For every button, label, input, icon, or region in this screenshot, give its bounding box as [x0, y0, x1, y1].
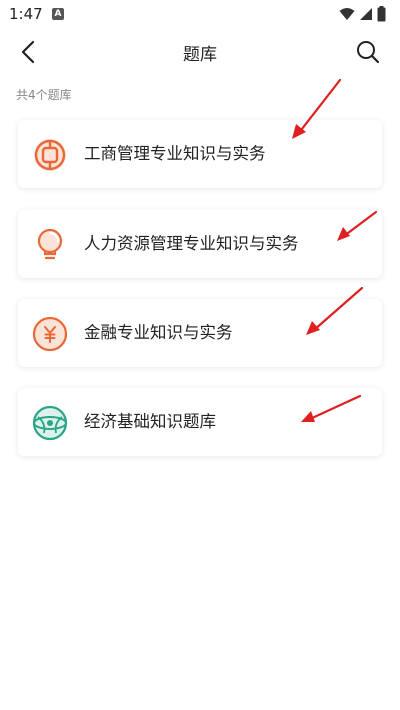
yen-coin-icon: [32, 316, 68, 352]
battery-icon: [377, 6, 386, 22]
globe-icon: [32, 405, 68, 441]
page-title: 题库: [183, 45, 217, 65]
card-label: 经济基础知识题库: [84, 412, 216, 431]
question-bank-card-economics[interactable]: 经济基础知识题库: [18, 388, 382, 456]
question-bank-card-hr[interactable]: 人力资源管理专业知识与实务: [18, 210, 382, 278]
lightbulb-icon: [37, 228, 63, 260]
status-time: 1:47: [9, 5, 43, 23]
notification-icon: A: [52, 8, 64, 20]
question-bank-card-business-admin[interactable]: 工商管理专业知识与实务: [18, 120, 382, 188]
wifi-icon: [339, 8, 355, 20]
search-button[interactable]: [352, 36, 384, 68]
question-bank-card-finance[interactable]: 金融专业知识与实务: [18, 299, 382, 367]
status-icons: [339, 5, 386, 23]
card-label: 人力资源管理专业知识与实务: [84, 234, 299, 253]
card-label: 金融专业知识与实务: [84, 323, 233, 342]
status-bar: 1:47 A: [0, 0, 400, 28]
app-header: 题库: [0, 28, 400, 76]
signal-icon: [360, 8, 372, 20]
bank-count-label: 共4个题库: [16, 88, 72, 102]
search-icon: [357, 41, 380, 64]
card-label: 工商管理专业知识与实务: [84, 144, 266, 163]
coin-icon: [34, 139, 66, 171]
